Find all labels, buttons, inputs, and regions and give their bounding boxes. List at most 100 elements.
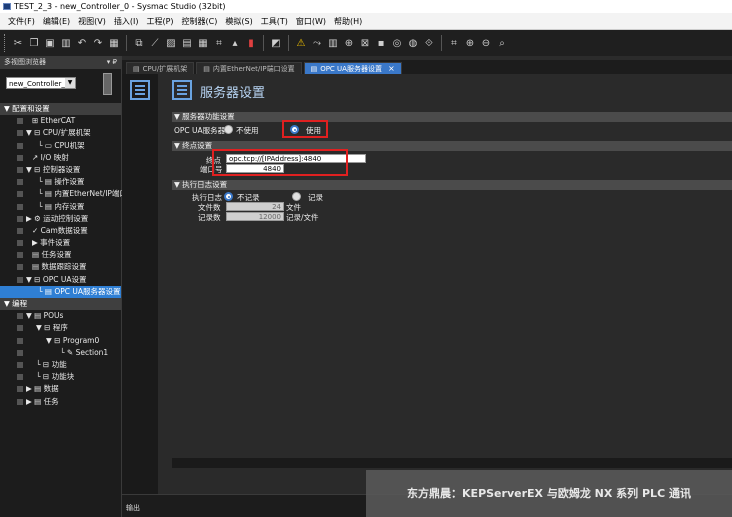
page-title: 服务器设置 [200,86,266,101]
tree-item[interactable]: └ ▤ OPC UA服务器设置 [0,285,121,298]
log-on-radio[interactable] [292,192,301,201]
tree-item[interactable]: └ ▭ CPU机架 [0,140,121,152]
tree-section[interactable]: ▼ 编程 [0,298,121,311]
menu-item[interactable]: 窗口(W) [292,16,330,27]
tree-item[interactable]: └ ⊟ 功能 [0,359,121,371]
window-title: TEST_2_3 - new_Controller_0 - Sysmac Stu… [14,2,226,11]
tree-item[interactable]: ▶ ▤ 数据 [0,383,121,395]
menu-item[interactable]: 插入(I) [110,16,143,27]
tree-item[interactable]: ↗ I/O 映射 [0,152,121,164]
tree-item-label: ▼ ⊟ OPC UA设置 [26,274,87,284]
chevron-down-icon[interactable]: ▼ [65,78,75,88]
tree-item[interactable]: └ ⊟ 功能块 [0,371,121,383]
tree-item-label: └ ⊟ 功能 [36,359,67,369]
toolbar-grip[interactable] [4,34,7,52]
close-icon[interactable]: × [388,63,395,75]
tree-item[interactable]: └ ✎ Section1 [0,347,121,359]
tree-item[interactable]: ▤ 任务设置 [0,249,121,261]
file-count-field[interactable]: 24 [226,202,284,211]
tree-item[interactable]: └ ▤ 内存设置 [0,201,121,213]
copy-icon[interactable]: ❐ [27,36,41,50]
highlight-box-endpoint [212,149,348,176]
editor-tab[interactable]: ▤ OPC UA服务器设置 × [303,62,402,75]
run-icon[interactable]: ◎ [390,36,404,50]
tree-item[interactable]: ▼ ⊟ OPC UA设置 [0,274,121,286]
paste-icon[interactable]: ▣ [43,36,57,50]
flag-icon[interactable]: ▮ [244,36,258,50]
tree-item[interactable]: ▶ ▤ 任务 [0,396,121,408]
tree-item[interactable]: ⊞ EtherCAT [0,115,121,127]
zoom-out-icon[interactable]: ⊖ [479,36,493,50]
menu-item[interactable]: 编辑(E) [39,16,74,27]
record-count-field[interactable]: 12000 [226,212,284,221]
editor-tab[interactable]: ▤ 内置EtherNet/IP端口设置 [196,62,302,74]
tree-item[interactable]: ▼ ⊟ CPU/扩展机架 [0,127,121,139]
search-icon[interactable]: ⌗ [212,36,226,50]
server-off-radio[interactable] [224,125,233,134]
sim-icon[interactable]: ◍ [406,36,420,50]
section-log[interactable]: ▼ 执行日志设置 [172,180,732,190]
tree-item-label: └ ▤ 操作设置 [38,177,85,187]
tab-icon: ▤ [133,64,140,73]
zoom-fit-icon[interactable]: ⌗ [447,36,461,50]
output-label[interactable]: 输出 [126,503,140,513]
tree-section[interactable]: ▼ 配置和设置 [0,103,121,116]
tree-item[interactable]: ▼ ⊟ Program0 [0,335,121,347]
stop-icon[interactable]: ▪ [374,36,388,50]
menu-item[interactable]: 模拟(S) [221,16,256,27]
redo-icon[interactable]: ↷ [91,36,105,50]
toggle-icon[interactable]: ▴ [228,36,242,50]
tree-item[interactable]: ▼ ⊟ 控制器设置 [0,164,121,176]
transfer-icon[interactable]: ▥ [326,36,340,50]
explorer-title: 多视图浏览器 [4,58,46,66]
online-icon[interactable]: ◩ [269,36,283,50]
controller-select[interactable]: new_Controller_0 ▼ [6,77,76,89]
menu-item[interactable]: 视图(V) [74,16,110,27]
menu-item[interactable]: 工程(P) [142,16,177,27]
tree-item[interactable]: └ ▤ 内置EtherNet/IP端口 [0,188,127,200]
undo-icon[interactable]: ↶ [75,36,89,50]
sync-icon[interactable]: ⤳ [310,36,324,50]
warning-icon[interactable]: ⚠ [294,36,308,50]
tree-item[interactable]: ▼ ⊟ 程序 [0,322,121,334]
tree-marker [17,252,23,259]
replace-icon[interactable]: ⟋ [148,36,162,50]
tree-item-label: ▶ ▤ 数据 [26,384,59,394]
tab-icon: ▤ [203,64,210,73]
window-icon[interactable]: ▨ [164,36,178,50]
tree-item[interactable]: └ ▤ 操作设置 [0,176,121,188]
editor-tab[interactable]: ▤ CPU/扩展机架 [126,62,195,74]
zoom-reset-icon[interactable]: ⌕ [495,36,509,50]
record-count-label: 记录数 [198,213,221,222]
log-on-label: 记录 [308,193,323,202]
find-icon[interactable]: ⧉ [132,36,146,50]
window2-icon[interactable]: ▤ [180,36,194,50]
explorer-pin-icon[interactable]: ▾ ₽ [107,56,117,69]
tree-item-label: ▶ ⚙ 运动控制设置 [26,213,89,223]
tab-label: CPU/扩展机架 [142,64,188,73]
tree-item[interactable]: ▶ 事件设置 [0,237,121,249]
delete-icon[interactable]: ▥ [59,36,73,50]
tree-item[interactable]: ▶ ⚙ 运动控制设置 [0,213,121,225]
program-icon[interactable]: ⊕ [342,36,356,50]
menu-item[interactable]: 文件(F) [4,16,39,27]
server-settings-icon[interactable] [130,80,150,100]
tree-item[interactable]: ✓ Cam数据设置 [0,225,121,237]
tree-item[interactable]: ▤ 数据跟踪设置 [0,261,121,273]
settings-content: ▼ 服务器功能设置 OPC UA服务器 不使用 使用 ▼ 终点设置 终点 opc… [172,110,732,494]
log-off-radio[interactable] [224,192,233,201]
multiview-explorer: 多视图浏览器 ▾ ₽ new_Controller_0 ▼ ▼ 配置和设置 ⊞ E… [0,56,127,517]
cut-icon[interactable]: ✂ [11,36,25,50]
menu-item[interactable]: 帮助(H) [330,16,366,27]
cross-ref-icon[interactable]: ▦ [196,36,210,50]
sim2-icon[interactable]: ⟐ [422,36,436,50]
monitor-icon[interactable]: ⊠ [358,36,372,50]
controller-device-icon[interactable] [103,73,112,95]
tree-item[interactable]: ▼ ▤ POUs [0,310,121,322]
menu-item[interactable]: 工具(T) [257,16,292,27]
menu-item[interactable]: 控制器(C) [178,16,222,27]
build-icon[interactable]: ▦ [107,36,121,50]
tree-item-label: └ ⊟ 功能块 [36,372,75,382]
section-server-function[interactable]: ▼ 服务器功能设置 [172,112,732,122]
zoom-in-icon[interactable]: ⊕ [463,36,477,50]
